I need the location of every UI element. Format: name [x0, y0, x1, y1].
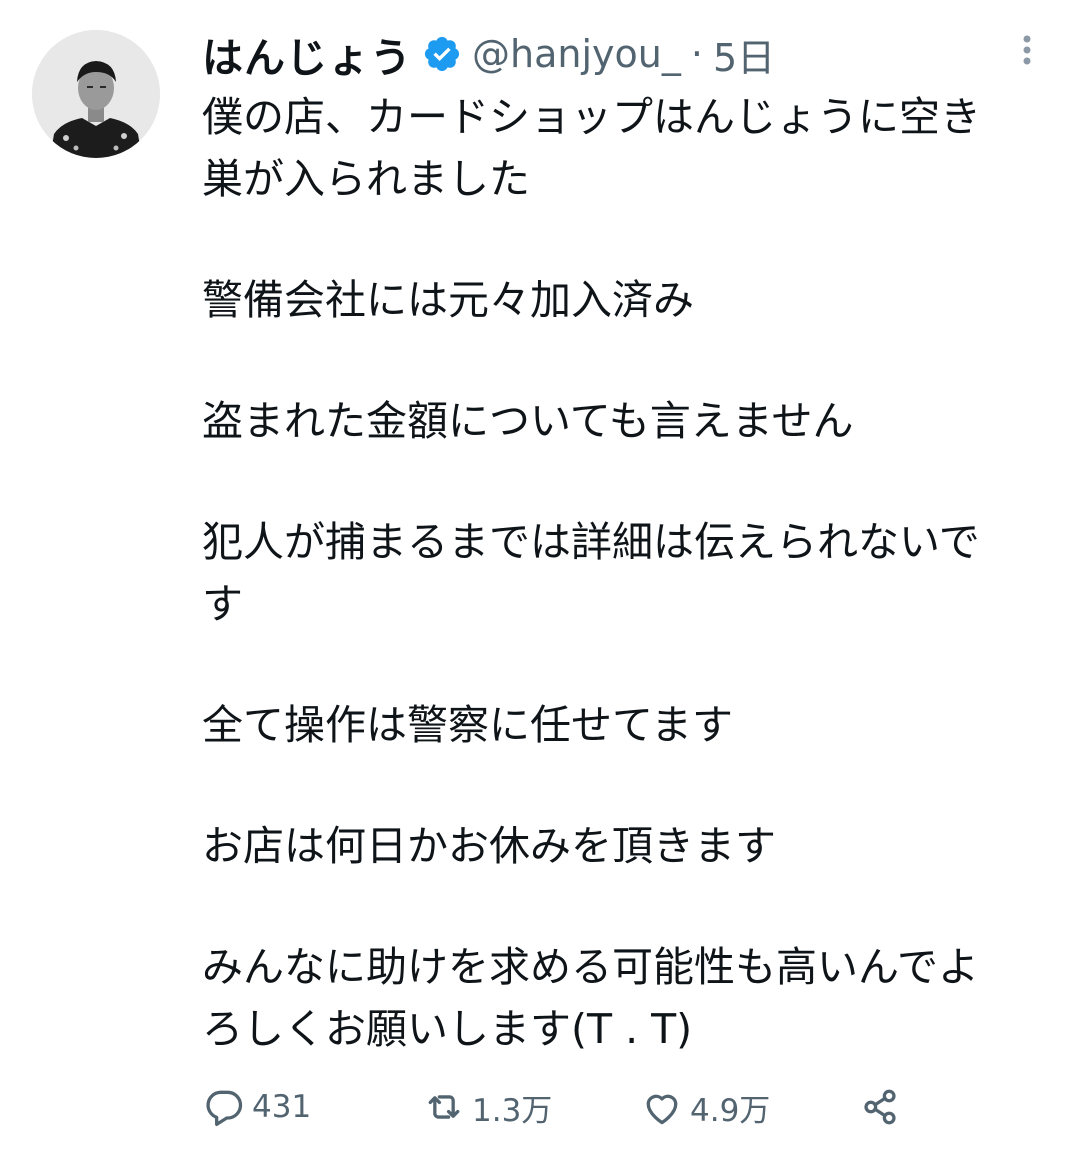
tweet-line: 犯人が捕まるまでは詳細は伝えられないで [202, 518, 980, 566]
retweet-icon [428, 1095, 460, 1119]
tweet-text: 僕の店、カードショップはんじょうに空き 巣が入られました 警備会社には元々加入済… [202, 86, 1052, 1060]
tweet-actions: 431 1.3万 4.9万 [202, 1082, 922, 1132]
tweet-line: す [202, 580, 243, 628]
tweet-line: みんなに助けを求める可能性も高いんでよ [202, 943, 979, 991]
like-count: 4.9万 [690, 1092, 771, 1129]
tweet-paragraph: お店は何日かお休みを頂きます [202, 815, 1052, 877]
tweet-line: 盗まれた金額についても言えません [202, 397, 854, 445]
retweet-count: 1.3万 [472, 1092, 553, 1129]
tweet-paragraph: 犯人が捕まるまでは詳細は伝えられないで す [202, 511, 1052, 635]
tweet-line: 警備会社には元々加入済み [202, 276, 694, 324]
tweet-paragraph: 僕の店、カードショップはんじょうに空き 巣が入られました [202, 86, 1052, 210]
reply-count: 431 [252, 1089, 312, 1125]
tweet: はんじょう @hanjyou_ · 5日 僕の店、カードショップはんじょうに空き… [0, 0, 1080, 1157]
tweet-paragraph: 盗まれた金額についても言えません [202, 390, 1052, 452]
avatar[interactable] [32, 30, 160, 158]
share-button[interactable] [858, 1082, 902, 1132]
user-handle[interactable]: @hanjyou_ [472, 32, 681, 76]
reply-button[interactable]: 431 [202, 1082, 311, 1132]
more-vertical-icon[interactable] [1012, 30, 1042, 70]
reply-icon [206, 1090, 243, 1127]
verified-badge-icon [422, 34, 462, 74]
tweet-line: ろしくお願いします(T . T) [202, 1005, 693, 1053]
avatar-photo [32, 30, 160, 158]
tweet-line: 僕の店、カードショップはんじょうに空き [202, 93, 981, 141]
tweet-paragraph: みんなに助けを求める可能性も高いんでよ ろしくお願いします(T . T) [202, 936, 1052, 1060]
timestamp[interactable]: 5日 [713, 27, 775, 82]
separator-dot: · [690, 32, 703, 76]
tweet-line: お店は何日かお休みを頂きます [202, 822, 776, 870]
tweet-line: 全て操作は警察に任せてます [202, 701, 733, 749]
like-button[interactable]: 4.9万 [640, 1082, 770, 1132]
tweet-paragraph: 全て操作は警察に任せてます [202, 694, 1052, 756]
tweet-paragraph: 警備会社には元々加入済み [202, 269, 1052, 331]
share-icon [864, 1089, 896, 1125]
display-name[interactable]: はんじょう [202, 24, 412, 84]
tweet-line: 巣が入られました [202, 155, 530, 203]
tweet-header: はんじょう @hanjyou_ · 5日 [202, 24, 775, 84]
heart-icon [646, 1094, 678, 1125]
retweet-button[interactable]: 1.3万 [422, 1082, 552, 1132]
